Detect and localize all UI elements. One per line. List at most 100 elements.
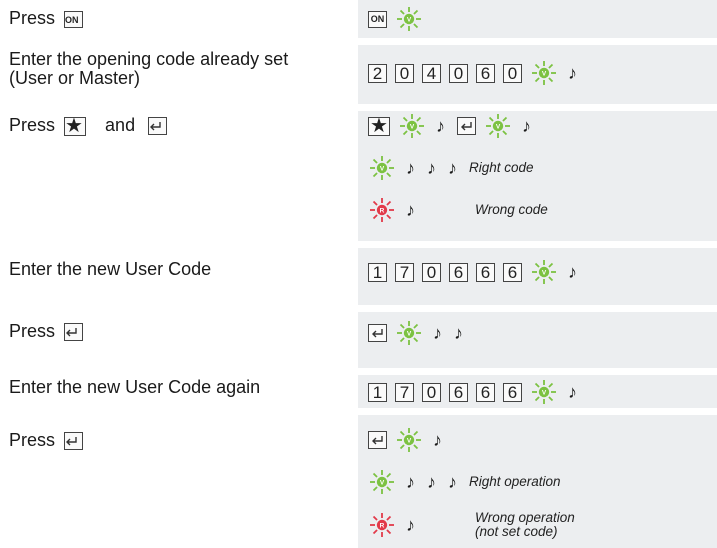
- enter-key-icon: [64, 323, 84, 342]
- red-led-icon: R: [370, 513, 394, 537]
- code-digit-key: 6: [476, 262, 495, 282]
- green-led-icon: V: [532, 61, 556, 85]
- feedback-row-right-code: V ♪ ♪ ♪ Right code: [368, 153, 534, 183]
- step-press-star-enter: Press ★ and: [9, 115, 175, 136]
- wrong-operation-line2: (not set code): [475, 524, 558, 539]
- code-digit-key: 0: [422, 382, 441, 402]
- step-press-enter: Press: [9, 321, 91, 342]
- green-led-icon: V: [397, 7, 421, 31]
- enter-key-icon: [148, 117, 168, 136]
- step-label: Press: [9, 8, 56, 28]
- feedback-row-opening-code: 2 0 4 0 6 0 V ♪: [368, 58, 589, 88]
- step-enter-new-user-code: Enter the new User Code: [9, 259, 211, 279]
- code-digit-key: 6: [503, 382, 522, 402]
- beep-note-icon: ♪: [522, 116, 531, 136]
- beep-note-icon: ♪: [568, 63, 577, 83]
- svg-text:R: R: [380, 208, 385, 215]
- on-key-icon: ON: [368, 10, 387, 28]
- beep-note-icon: ♪: [436, 116, 445, 136]
- beep-note-icon: ♪: [568, 382, 577, 402]
- and-label: and: [105, 115, 136, 135]
- green-led-icon: V: [532, 260, 556, 284]
- green-led-icon: V: [486, 114, 510, 138]
- svg-text:V: V: [496, 124, 501, 131]
- step-enter-new-user-code-again: Enter the new User Code again: [9, 377, 260, 397]
- feedback-row-wrong-code: R ♪ Wrong code: [368, 195, 548, 225]
- step-label: Press: [9, 321, 56, 341]
- wrong-operation-line1: Wrong operation: [475, 510, 575, 525]
- star-key-icon: ★: [368, 116, 390, 136]
- svg-text:V: V: [542, 390, 547, 397]
- code-digit-key: 7: [395, 382, 414, 402]
- code-digit-key: 6: [503, 262, 522, 282]
- row-separator: [358, 241, 717, 248]
- beep-note-icon: ♪: [454, 323, 463, 343]
- right-operation-label: Right operation: [469, 474, 561, 489]
- green-led-icon: V: [397, 321, 421, 345]
- code-digit-key: 6: [449, 262, 468, 282]
- enter-key-icon: [457, 117, 476, 135]
- svg-text:V: V: [410, 124, 415, 131]
- feedback-row-right-operation: V ♪ ♪ ♪ Right operation: [368, 467, 561, 497]
- red-led-icon: R: [370, 198, 394, 222]
- beep-note-icon: ♪: [433, 430, 442, 450]
- svg-text:V: V: [542, 71, 547, 78]
- beep-note-icon: ♪: [406, 200, 415, 220]
- wrong-code-label: Wrong code: [475, 202, 548, 217]
- svg-text:V: V: [542, 270, 547, 277]
- right-code-label: Right code: [469, 160, 534, 175]
- svg-text:R: R: [380, 523, 385, 530]
- step-label: Press: [9, 430, 56, 450]
- svg-text:V: V: [380, 480, 385, 487]
- step-label: Enter the new User Code: [9, 259, 212, 279]
- feedback-row-star-enter: ★ V ♪ V ♪: [368, 111, 543, 141]
- enter-key-icon: [368, 324, 387, 342]
- row-separator: [358, 305, 717, 312]
- code-digit-key: 0: [395, 63, 414, 83]
- beep-note-icon: ♪: [568, 262, 577, 282]
- enter-key-icon: [368, 431, 387, 449]
- step-label: Press: [9, 115, 56, 135]
- row-separator: [358, 368, 717, 375]
- green-led-icon: V: [370, 156, 394, 180]
- beep-note-icon: ♪: [406, 472, 415, 492]
- feedback-row-new-code-again: 1 7 0 6 6 6 V ♪: [368, 377, 589, 407]
- code-digit-key: 1: [368, 262, 387, 282]
- step-sublabel: (User or Master): [9, 68, 141, 88]
- code-digit-key: 7: [395, 262, 414, 282]
- code-digit-key: 0: [503, 63, 522, 83]
- beep-note-icon: ♪: [427, 472, 436, 492]
- code-digit-key: 0: [449, 63, 468, 83]
- svg-text:V: V: [380, 166, 385, 173]
- green-led-icon: V: [370, 470, 394, 494]
- svg-text:V: V: [407, 438, 412, 445]
- beep-note-icon: ♪: [406, 158, 415, 178]
- star-key-icon: ★: [64, 116, 87, 136]
- feedback-row-wrong-operation: R ♪ Wrong operation (not set code): [368, 508, 575, 542]
- on-key-icon: ON: [64, 10, 84, 28]
- beep-note-icon: ♪: [448, 158, 457, 178]
- step-enter-opening-code: Enter the opening code already set (User…: [9, 50, 288, 88]
- svg-text:V: V: [407, 17, 412, 24]
- enter-key-icon: [64, 432, 84, 451]
- green-led-icon: V: [532, 380, 556, 404]
- beep-note-icon: ♪: [448, 472, 457, 492]
- code-digit-key: 6: [476, 63, 495, 83]
- code-digit-key: 0: [422, 262, 441, 282]
- code-digit-key: 2: [368, 63, 387, 83]
- code-digit-key: 1: [368, 382, 387, 402]
- code-digit-key: 4: [422, 63, 441, 83]
- feedback-row-on: ON V: [368, 4, 433, 34]
- row-separator: [358, 38, 717, 45]
- step-label: Enter the opening code already set: [9, 49, 289, 69]
- feedback-row-new-code: 1 7 0 6 6 6 V ♪: [368, 257, 589, 287]
- svg-text:V: V: [407, 331, 412, 338]
- green-led-icon: V: [397, 428, 421, 452]
- step-label: Enter the new User Code again: [9, 377, 261, 397]
- step-press-enter-final: Press: [9, 430, 91, 451]
- row-separator: [358, 408, 717, 415]
- code-digit-key: 6: [476, 382, 495, 402]
- step-press-on: Press ON: [9, 8, 91, 28]
- feedback-row-enter: V ♪ ♪: [368, 318, 475, 348]
- row-separator: [358, 104, 717, 111]
